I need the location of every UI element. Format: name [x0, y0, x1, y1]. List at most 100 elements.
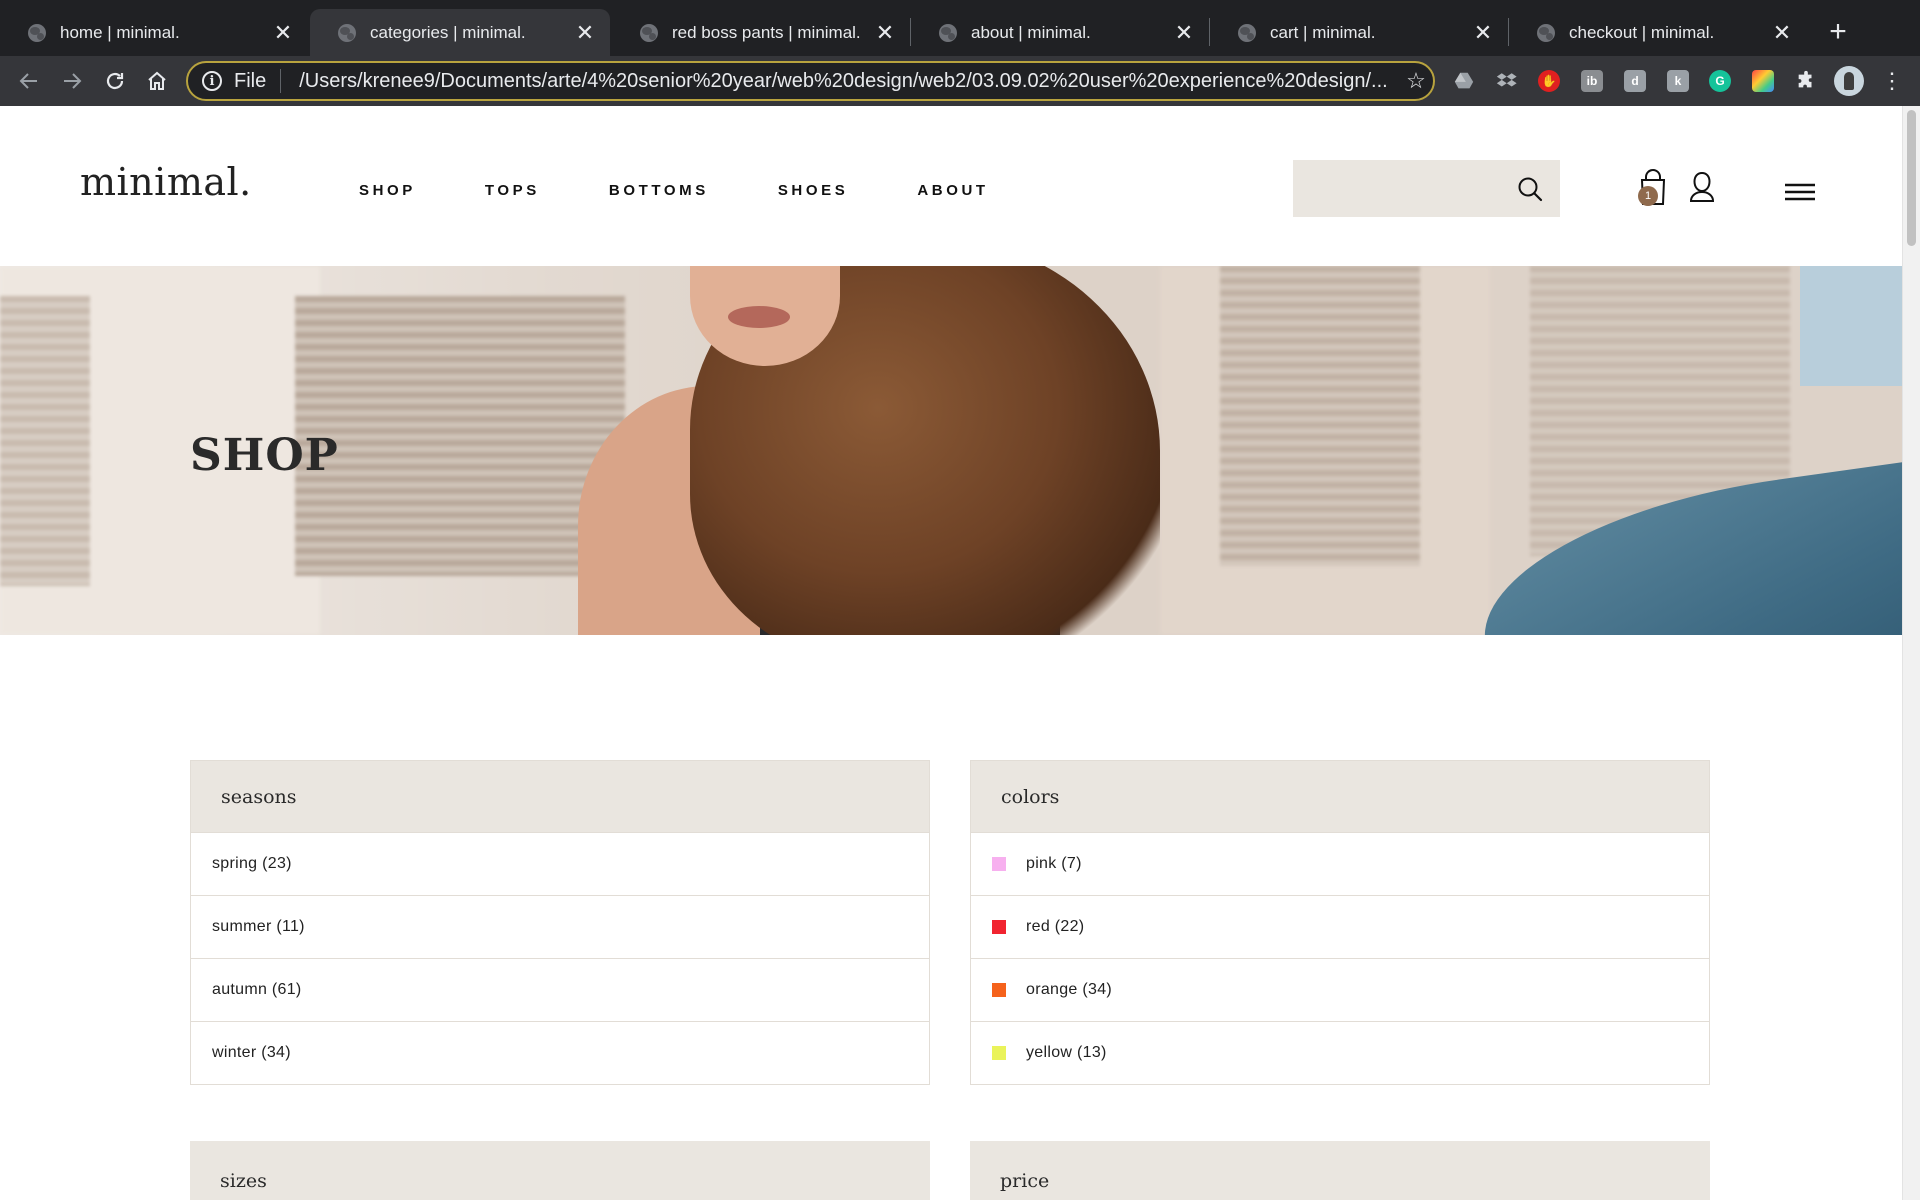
- hero-banner: SHOP: [0, 266, 1902, 635]
- color-swatch: [992, 983, 1006, 997]
- site-header: minimal. SHOP TOPS BOTTOMS SHOES ABOUT 1: [0, 106, 1902, 266]
- nav-about[interactable]: ABOUT: [917, 182, 988, 199]
- option-label: pink (7): [1026, 855, 1082, 872]
- filter-seasons: seasons spring (23) summer (11) autumn (…: [190, 760, 930, 1085]
- profile-avatar[interactable]: [1834, 66, 1864, 96]
- browser-toolbar: i File /Users/krenee9/Documents/arte/4%2…: [0, 56, 1920, 106]
- home-button[interactable]: [141, 65, 173, 97]
- nav-bottoms[interactable]: BOTTOMS: [609, 182, 709, 199]
- d-icon[interactable]: d: [1624, 70, 1646, 92]
- tab-title: categories | minimal.: [370, 22, 526, 42]
- reload-icon: [106, 72, 124, 90]
- back-button[interactable]: [13, 65, 45, 97]
- filter-colors: colors pink (7) red (22) orange (34) yel…: [970, 760, 1710, 1085]
- tab-title: about | minimal.: [971, 22, 1091, 42]
- grammarly-icon[interactable]: G: [1709, 70, 1731, 92]
- url-text[interactable]: /Users/krenee9/Documents/arte/4%20senior…: [299, 70, 1399, 93]
- forward-button[interactable]: [56, 65, 88, 97]
- tab-home[interactable]: home | minimal. ✕: [0, 9, 308, 56]
- filter-title: sizes: [220, 1170, 267, 1192]
- address-bar[interactable]: i File /Users/krenee9/Documents/arte/4%2…: [186, 61, 1435, 101]
- reload-button[interactable]: [99, 65, 131, 97]
- close-icon[interactable]: ✕: [1771, 20, 1793, 45]
- globe-icon: [28, 23, 46, 42]
- option-label: orange (34): [1026, 981, 1113, 998]
- filter-option-spring[interactable]: spring (23): [191, 832, 929, 895]
- palette-icon[interactable]: [1752, 70, 1774, 92]
- filter-option-yellow[interactable]: yellow (13): [971, 1021, 1709, 1084]
- search-input[interactable]: [1293, 160, 1503, 217]
- omnibox-separator: [280, 69, 282, 93]
- globe-icon: [1537, 23, 1555, 42]
- tab-title: home | minimal.: [60, 22, 180, 42]
- tab-title: cart | minimal.: [1270, 22, 1376, 42]
- filter-title[interactable]: seasons: [191, 761, 929, 832]
- search-icon[interactable]: [1516, 175, 1544, 203]
- close-icon[interactable]: ✕: [1472, 20, 1494, 45]
- option-label: red (22): [1026, 918, 1085, 935]
- nav-shoes[interactable]: SHOES: [778, 182, 849, 199]
- scrollbar-thumb[interactable]: [1907, 110, 1916, 246]
- hero-window-blind: [1220, 266, 1420, 566]
- filter-sizes[interactable]: sizes: [190, 1141, 930, 1200]
- filter-option-orange[interactable]: orange (34): [971, 958, 1709, 1021]
- page-title: SHOP: [190, 430, 339, 481]
- filter-option-autumn[interactable]: autumn (61): [191, 958, 929, 1021]
- browser-tab-strip: home | minimal. ✕ categories | minimal. …: [0, 0, 1920, 56]
- bookmark-star-icon[interactable]: ☆: [1399, 68, 1433, 94]
- site-logo[interactable]: minimal.: [80, 160, 252, 204]
- new-tab-button[interactable]: +: [1822, 15, 1854, 48]
- arrow-right-icon: [64, 73, 82, 89]
- info-icon[interactable]: i: [202, 71, 222, 91]
- url-scheme: File: [234, 69, 267, 92]
- nav-shop[interactable]: SHOP: [359, 182, 416, 199]
- adblock-icon[interactable]: ✋: [1538, 70, 1560, 92]
- close-icon[interactable]: ✕: [574, 20, 596, 45]
- page-scrollbar[interactable]: [1902, 106, 1920, 1200]
- filter-title: price: [1000, 1170, 1050, 1192]
- globe-icon: [640, 23, 658, 42]
- cart-count-badge: 1: [1638, 186, 1658, 206]
- tab-title: red boss pants | minimal.: [672, 22, 861, 42]
- tab-checkout[interactable]: checkout | minimal. ✕: [1509, 9, 1807, 56]
- arrow-left-icon: [19, 73, 37, 89]
- globe-icon: [1238, 23, 1256, 42]
- hero-window-blind: [0, 296, 90, 586]
- nav-tops[interactable]: TOPS: [485, 182, 540, 199]
- drive-icon[interactable]: [1453, 70, 1475, 92]
- kebab-menu-icon[interactable]: ⋮: [1880, 68, 1904, 93]
- tab-title: checkout | minimal.: [1569, 22, 1715, 42]
- tab-cart[interactable]: cart | minimal. ✕: [1210, 9, 1508, 56]
- hamburger-menu-icon[interactable]: [1784, 182, 1816, 202]
- dropbox-icon[interactable]: [1496, 70, 1518, 92]
- color-swatch: [992, 1046, 1006, 1060]
- close-icon[interactable]: ✕: [272, 20, 294, 45]
- filter-option-pink[interactable]: pink (7): [971, 832, 1709, 895]
- filter-option-red[interactable]: red (22): [971, 895, 1709, 958]
- filter-price[interactable]: price: [970, 1141, 1710, 1200]
- hero-lips: [728, 306, 790, 328]
- color-swatch: [992, 857, 1006, 871]
- user-icon[interactable]: [1687, 170, 1717, 204]
- ib-icon[interactable]: ib: [1581, 70, 1603, 92]
- web-page: minimal. SHOP TOPS BOTTOMS SHOES ABOUT 1: [0, 106, 1902, 1200]
- color-swatch: [992, 920, 1006, 934]
- filter-option-summer[interactable]: summer (11): [191, 895, 929, 958]
- option-label: yellow (13): [1026, 1044, 1107, 1061]
- filter-title[interactable]: colors: [971, 761, 1709, 832]
- hero-window-blind: [295, 296, 625, 576]
- tab-categories[interactable]: categories | minimal. ✕: [310, 9, 610, 56]
- puzzle-icon[interactable]: [1795, 70, 1817, 92]
- main-nav: SHOP TOPS BOTTOMS SHOES ABOUT: [359, 182, 1058, 199]
- close-icon[interactable]: ✕: [1173, 20, 1195, 45]
- search-box: [1293, 160, 1560, 217]
- tab-about[interactable]: about | minimal. ✕: [911, 9, 1209, 56]
- filter-option-winter[interactable]: winter (34): [191, 1021, 929, 1084]
- close-icon[interactable]: ✕: [874, 20, 896, 45]
- tab-red-boss-pants[interactable]: red boss pants | minimal. ✕: [612, 9, 910, 56]
- home-icon: [148, 71, 166, 90]
- globe-icon: [939, 23, 957, 42]
- hero-sky: [1800, 266, 1902, 386]
- k-icon[interactable]: k: [1667, 70, 1689, 92]
- globe-icon: [338, 23, 356, 42]
